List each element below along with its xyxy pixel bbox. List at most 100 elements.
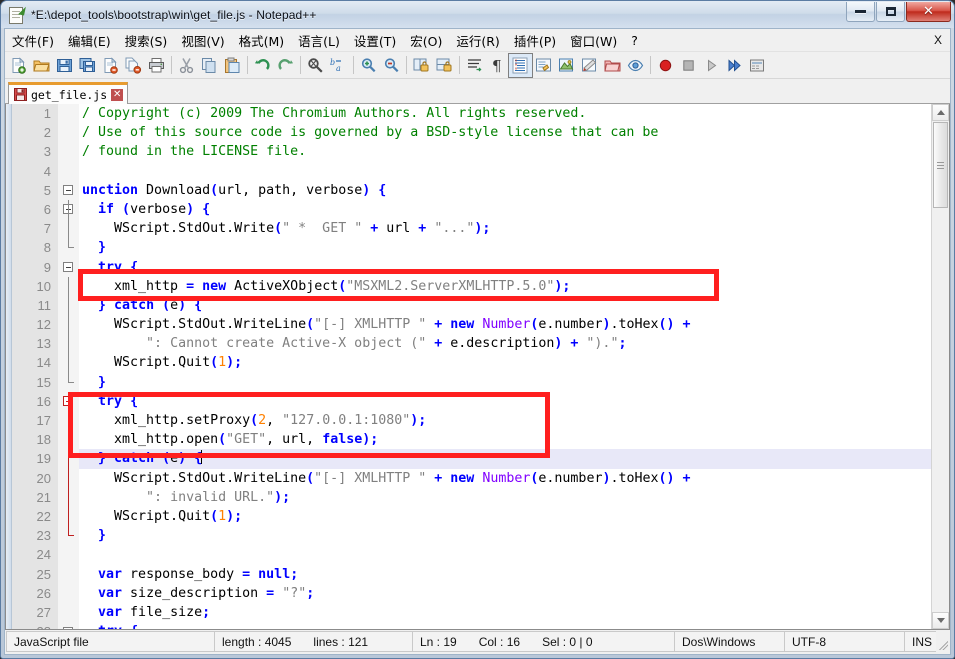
run-macro-multiple-icon[interactable] (723, 54, 746, 77)
code-line[interactable]: 6 if (verbose) { (12, 199, 949, 220)
fold-margin[interactable] (58, 583, 79, 603)
word-wrap-icon[interactable] (463, 54, 486, 77)
new-file-icon[interactable] (7, 54, 30, 77)
undo-icon[interactable] (251, 54, 274, 77)
fold-margin[interactable] (58, 430, 79, 450)
open-file-icon[interactable] (30, 54, 53, 77)
sync-vertical-scroll-icon[interactable] (410, 54, 433, 77)
copy-icon[interactable] (198, 54, 221, 77)
show-ui-icon[interactable] (532, 54, 555, 77)
fold-margin[interactable] (58, 276, 79, 296)
menu-edit[interactable]: 编辑(E) (61, 29, 118, 52)
scrollbar-thumb[interactable] (933, 122, 948, 208)
stop-recording-icon[interactable] (677, 54, 700, 77)
indent-guide-icon[interactable] (508, 52, 533, 78)
menu-language[interactable]: 语言(L) (291, 29, 347, 52)
menu-settings[interactable]: 设置(T) (347, 29, 403, 52)
sync-horizontal-scroll-icon[interactable] (433, 54, 456, 77)
code-line[interactable]: 20 WScript.StdOut.WriteLine("[-] XMLHTTP… (12, 468, 949, 488)
save-all-icon[interactable] (76, 54, 99, 77)
fold-margin[interactable] (58, 526, 79, 546)
fold-margin[interactable] (58, 199, 79, 220)
fold-margin[interactable] (58, 487, 79, 507)
fold-margin[interactable] (58, 219, 79, 239)
menu-view[interactable]: 视图(V) (174, 29, 231, 52)
code-line[interactable]: 28 try { (12, 622, 949, 629)
find-icon[interactable] (304, 54, 327, 77)
fold-collapse-icon[interactable] (63, 396, 73, 407)
menu-macro[interactable]: 宏(O) (403, 29, 449, 52)
code-line[interactable]: 13 ": Cannot create Active-X object (" +… (12, 334, 949, 354)
code-line[interactable]: 2 / Use of this source code is governed b… (12, 123, 949, 143)
monitoring-icon[interactable] (624, 54, 647, 77)
fold-margin[interactable] (58, 449, 79, 469)
close-document-button[interactable]: X (934, 33, 942, 47)
fold-margin[interactable] (58, 411, 79, 431)
code-line[interactable]: 11 } catch (e) { (12, 295, 949, 316)
redo-icon[interactable] (274, 54, 297, 77)
fold-margin[interactable] (58, 353, 79, 373)
save-icon[interactable] (53, 54, 76, 77)
fold-margin[interactable] (58, 238, 79, 258)
code-line[interactable]: 10 xml_http = new ActiveXObject("MSXML2.… (12, 276, 949, 296)
fold-margin[interactable] (58, 622, 79, 629)
code-line[interactable]: 8 } (12, 238, 949, 258)
close-file-icon[interactable] (99, 54, 122, 77)
code-line[interactable]: 14 WScript.Quit(1); (12, 353, 949, 373)
fold-margin[interactable] (58, 372, 79, 392)
code-line[interactable]: 21 ": invalid URL."); (12, 487, 949, 507)
fold-margin[interactable] (58, 104, 79, 124)
fold-margin[interactable] (58, 315, 79, 335)
code-view[interactable]: 1 / Copyright (c) 2009 The Chromium Autho… (12, 104, 949, 629)
fold-margin[interactable] (58, 123, 79, 143)
menu-file[interactable]: 文件(F) (5, 29, 61, 52)
code-line[interactable]: 25 var response_body = null; (12, 564, 949, 584)
code-line[interactable]: 15 } (12, 372, 949, 392)
fold-collapse-icon[interactable] (63, 626, 73, 629)
show-all-characters-icon[interactable]: ¶ (486, 54, 509, 77)
fold-margin[interactable] (58, 334, 79, 354)
maximize-button[interactable] (876, 2, 905, 22)
code-line[interactable]: 18 xml_http.open("GET", url, false); (12, 430, 949, 450)
menu-format[interactable]: 格式(M) (232, 29, 292, 52)
code-line[interactable]: 19 } catch (e) { (12, 449, 949, 469)
scroll-up-button[interactable] (932, 104, 949, 121)
play-macro-icon[interactable] (700, 54, 723, 77)
fold-margin[interactable] (58, 564, 79, 584)
run-icon[interactable] (746, 54, 769, 77)
fold-margin[interactable] (58, 545, 79, 565)
tab-close-icon[interactable]: ✕ (111, 88, 124, 101)
code-line[interactable]: 3 / found in the LICENSE file. (12, 142, 949, 162)
function-list-icon[interactable] (601, 54, 624, 77)
zoom-out-icon[interactable] (380, 54, 403, 77)
paste-icon[interactable] (221, 54, 244, 77)
fold-margin[interactable] (58, 257, 79, 277)
fold-margin[interactable] (58, 180, 79, 200)
fold-margin[interactable] (58, 391, 79, 411)
code-line[interactable]: 22 WScript.Quit(1); (12, 506, 949, 527)
fold-margin[interactable] (58, 468, 79, 488)
user-defined-language-icon[interactable] (555, 54, 578, 77)
fold-collapse-icon[interactable] (63, 262, 73, 272)
fold-collapse-icon[interactable] (63, 185, 73, 196)
scroll-down-button[interactable] (932, 612, 949, 629)
fold-margin[interactable] (58, 602, 79, 623)
resize-grip-icon[interactable] (936, 631, 950, 652)
document-map-icon[interactable] (578, 54, 601, 77)
code-line[interactable]: 7 WScript.StdOut.Write(" * GET " + url +… (12, 219, 949, 239)
code-line[interactable]: 26 var size_description = "?"; (12, 583, 949, 603)
menu-help[interactable]: ? (624, 31, 645, 50)
code-line[interactable]: 4 (12, 161, 949, 181)
record-macro-icon[interactable] (654, 54, 677, 77)
close-button[interactable]: ✕ (906, 2, 951, 22)
vertical-scrollbar[interactable] (931, 104, 949, 629)
minimize-button[interactable] (846, 2, 875, 22)
zoom-in-icon[interactable] (357, 54, 380, 77)
replace-icon[interactable]: b a (327, 54, 350, 77)
code-line[interactable]: 5 unction Download(url, path, verbose) { (12, 180, 949, 200)
menu-window[interactable]: 窗口(W) (563, 29, 624, 52)
print-icon[interactable] (145, 54, 168, 77)
code-line[interactable]: 23 } (12, 526, 949, 546)
menu-plugins[interactable]: 插件(P) (507, 29, 563, 52)
fold-margin[interactable] (58, 161, 79, 181)
